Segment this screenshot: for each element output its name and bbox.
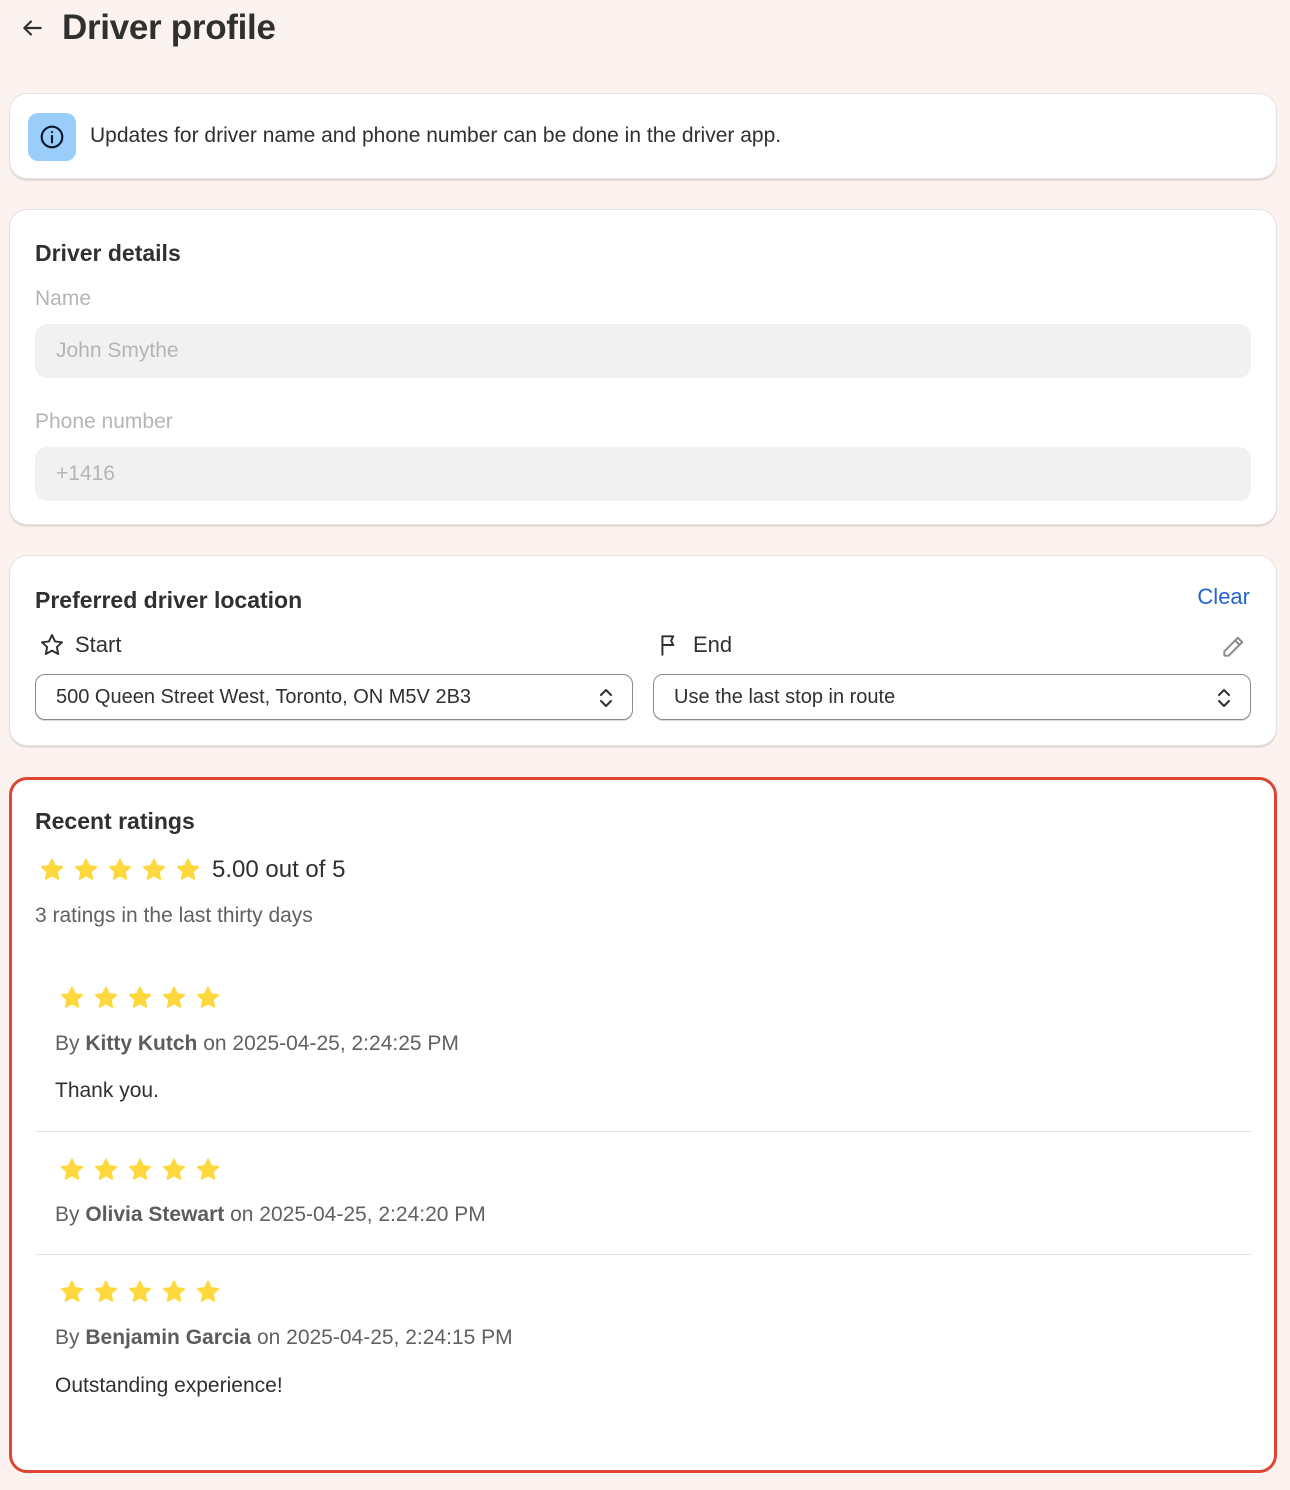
page-title: Driver profile bbox=[62, 8, 276, 47]
review-divider bbox=[35, 1254, 1251, 1255]
back-button[interactable] bbox=[16, 12, 48, 44]
banner-text: Updates for driver name and phone number… bbox=[90, 124, 782, 147]
preferred-location-title: Preferred driver location bbox=[35, 587, 303, 613]
review-stars bbox=[59, 1157, 221, 1183]
review-divider bbox=[35, 1131, 1251, 1132]
driver-details-title: Driver details bbox=[35, 240, 181, 266]
start-label-text: Start bbox=[75, 632, 122, 657]
end-label: End bbox=[657, 632, 732, 658]
arrow-left-icon bbox=[23, 20, 42, 36]
star-filled-icon bbox=[196, 1280, 220, 1302]
star-filled-icon bbox=[162, 1158, 186, 1180]
phone-field: +1416 bbox=[35, 447, 1251, 501]
review-comment: Thank you. bbox=[55, 1079, 159, 1102]
name-label: Name bbox=[35, 287, 92, 310]
start-label: Start bbox=[39, 632, 121, 658]
review-meta: By Benjamin Garcia on 2025-04-25, 2:24:1… bbox=[55, 1326, 513, 1350]
star-filled-icon bbox=[162, 1280, 186, 1302]
preferred-location-card: Preferred driver location Clear Start 50… bbox=[9, 555, 1277, 746]
star-filled-icon bbox=[196, 986, 220, 1008]
driver-details-card: Driver details Name John Smythe Phone nu… bbox=[9, 209, 1277, 525]
star-filled-icon bbox=[94, 986, 118, 1008]
pencil-icon[interactable] bbox=[1220, 634, 1246, 660]
name-field: John Smythe bbox=[35, 324, 1251, 378]
star-filled-icon bbox=[60, 1158, 84, 1180]
recent-ratings-card: Recent ratings 5.00 out of 5 3 ratings i… bbox=[9, 777, 1277, 1473]
clear-link[interactable]: Clear bbox=[1197, 584, 1250, 610]
review-comment: Outstanding experience! bbox=[55, 1374, 283, 1397]
on-word: on bbox=[203, 1032, 227, 1055]
review-stars bbox=[59, 1279, 221, 1305]
by-prefix: By bbox=[55, 1326, 80, 1349]
review-meta: By Kitty Kutch on 2025-04-25, 2:24:25 PM bbox=[55, 1032, 459, 1056]
review-date: 2025-04-25, 2:24:25 PM bbox=[232, 1032, 459, 1055]
review-meta: By Olivia Stewart on 2025-04-25, 2:24:20… bbox=[55, 1203, 486, 1227]
review-author: Benjamin Garcia bbox=[85, 1326, 252, 1349]
review-author: Olivia Stewart bbox=[85, 1203, 225, 1226]
review-date: 2025-04-25, 2:24:20 PM bbox=[259, 1203, 486, 1226]
info-banner: Updates for driver name and phone number… bbox=[9, 93, 1277, 179]
on-word: on bbox=[256, 1326, 281, 1349]
phone-label: Phone number bbox=[35, 410, 173, 433]
end-label-text: End bbox=[693, 632, 733, 657]
star-filled-icon bbox=[60, 986, 84, 1008]
chevron-up-down-icon bbox=[600, 689, 612, 707]
end-location-select[interactable]: Use the last stop in route bbox=[653, 674, 1251, 720]
ratings-count: 3 ratings in the last thirty days bbox=[35, 904, 313, 927]
review-stars bbox=[59, 985, 221, 1011]
star-filled-icon bbox=[60, 1280, 84, 1302]
average-rating-text: 5.00 out of 5 bbox=[212, 856, 346, 883]
star-filled-icon bbox=[128, 1158, 152, 1180]
start-location-select[interactable]: 500 Queen Street West, Toronto, ON M5V 2… bbox=[35, 674, 633, 720]
star-filled-icon bbox=[176, 858, 200, 880]
review-date: 2025-04-25, 2:24:15 PM bbox=[286, 1326, 513, 1349]
star-filled-icon bbox=[94, 1158, 118, 1180]
average-rating-stars bbox=[39, 857, 201, 883]
start-location-value: 500 Queen Street West, Toronto, ON M5V 2… bbox=[56, 685, 472, 708]
star-filled-icon bbox=[40, 858, 64, 880]
star-filled-icon bbox=[128, 986, 152, 1008]
by-prefix: By bbox=[55, 1032, 80, 1055]
star-filled-icon bbox=[74, 858, 98, 880]
star-filled-icon bbox=[162, 986, 186, 1008]
review-author: Kitty Kutch bbox=[85, 1032, 198, 1055]
page-header: Driver profile bbox=[0, 0, 1290, 60]
by-prefix: By bbox=[55, 1203, 80, 1226]
star-filled-icon bbox=[128, 1280, 152, 1302]
chevron-up-down-icon bbox=[1218, 689, 1230, 707]
end-location-value: Use the last stop in route bbox=[674, 685, 896, 708]
flag-icon bbox=[661, 635, 675, 656]
star-filled-icon bbox=[108, 858, 132, 880]
recent-ratings-title: Recent ratings bbox=[35, 808, 195, 834]
driver-profile-page: Driver profile Updates for driver name a… bbox=[0, 0, 1290, 1490]
star-filled-icon bbox=[94, 1280, 118, 1302]
info-icon bbox=[40, 125, 64, 149]
info-icon-badge bbox=[28, 113, 76, 161]
star-filled-icon bbox=[142, 858, 166, 880]
on-word: on bbox=[230, 1203, 254, 1226]
star-filled-icon bbox=[196, 1158, 220, 1180]
star-outline-icon bbox=[41, 634, 63, 655]
